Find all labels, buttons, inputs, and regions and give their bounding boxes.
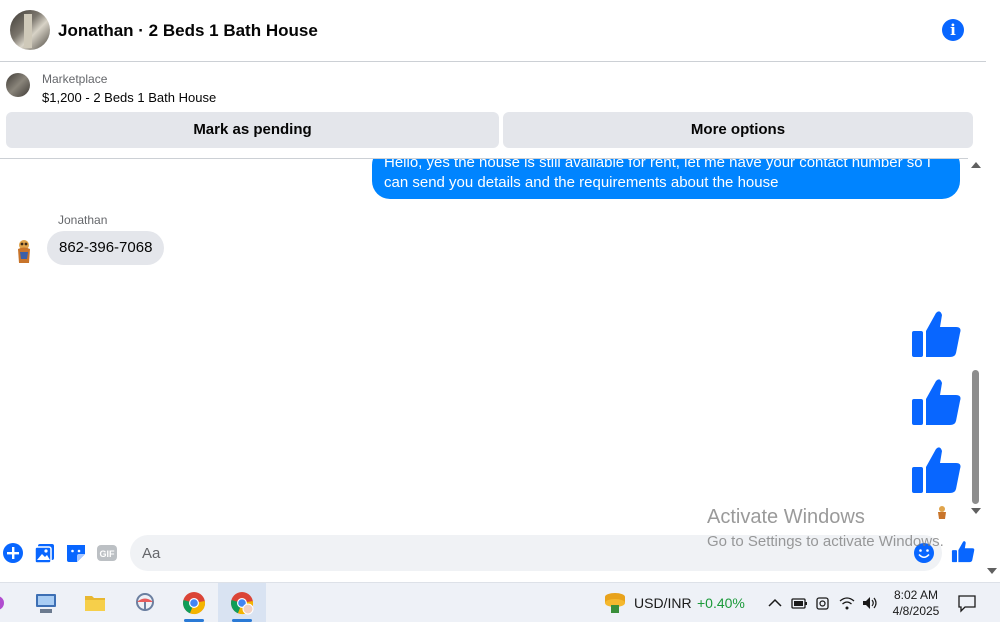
info-icon[interactable]: i [942,19,964,41]
chrome-icon[interactable] [170,583,218,622]
thumbs-up-icon[interactable] [910,309,962,361]
folder-icon[interactable] [71,583,119,622]
scroll-up-arrow-icon[interactable] [971,162,981,168]
camera-icon[interactable] [814,595,832,611]
marketplace-label: Marketplace [42,72,108,86]
chrome-profile-icon[interactable] [218,583,266,622]
thumbs-up-icon[interactable] [910,445,962,497]
sender-avatar[interactable] [12,237,36,265]
thread-scrollbar[interactable] [968,158,984,520]
marketplace-banner: Marketplace $1,200 - 2 Beds 1 Bath House… [0,62,986,158]
scroll-down-arrow-icon[interactable] [971,508,981,514]
message-input[interactable] [142,535,902,571]
chat-header: Jonathan · 2 Beds 1 Bath House i [0,0,986,62]
message-thread[interactable]: Hello, yes the house is still available … [0,158,968,528]
message-composer: GIF [0,528,986,580]
sticker-icon[interactable] [65,542,87,564]
chat-title[interactable]: Jonathan · 2 Beds 1 Bath House [58,21,318,41]
seen-avatar [938,506,946,519]
taskbar-app-partial[interactable] [0,583,12,622]
incoming-message[interactable]: 862-396-7068 [47,231,165,265]
sender-name: Jonathan [58,213,108,227]
system-clock[interactable]: 8:02 AM 4/8/2025 [884,587,948,619]
svg-text:GIF: GIF [100,549,116,559]
mark-as-pending-button[interactable]: Mark as pending [6,112,499,148]
clock-date: 4/8/2025 [892,604,940,618]
ticker-name: USD/INR [634,595,692,611]
more-options-button[interactable]: More options [503,112,973,148]
gif-icon[interactable]: GIF [96,542,118,564]
message-input-container [130,535,942,571]
thumbs-up-icon[interactable] [910,377,962,429]
scrollbar-thumb[interactable] [972,370,979,504]
chevron-up-icon[interactable] [766,595,784,611]
battery-icon[interactable] [790,595,808,611]
app-icon[interactable] [121,583,169,622]
network-app-icon[interactable] [22,583,70,622]
listing-thumbnail[interactable] [6,73,30,97]
outgoing-message[interactable]: Hello, yes the house is still available … [372,159,960,199]
send-like-icon[interactable] [951,540,975,564]
clock-time: 8:02 AM [893,588,939,602]
ticker-change: +0.40% [697,595,745,611]
volume-icon[interactable] [861,595,879,611]
photo-icon[interactable] [34,542,56,564]
listing-title[interactable]: $1,200 - 2 Beds 1 Bath House [42,90,216,105]
plus-icon[interactable] [2,542,24,564]
notification-icon[interactable] [957,593,977,613]
emoji-icon[interactable] [913,542,935,564]
currency-icon [605,593,625,613]
contact-avatar[interactable] [10,10,50,50]
wifi-icon[interactable] [838,595,856,611]
page-scroll-down-icon[interactable] [987,568,997,574]
windows-taskbar: USD/INR +0.40% 8:02 AM 4/8/2025 [0,582,1000,622]
